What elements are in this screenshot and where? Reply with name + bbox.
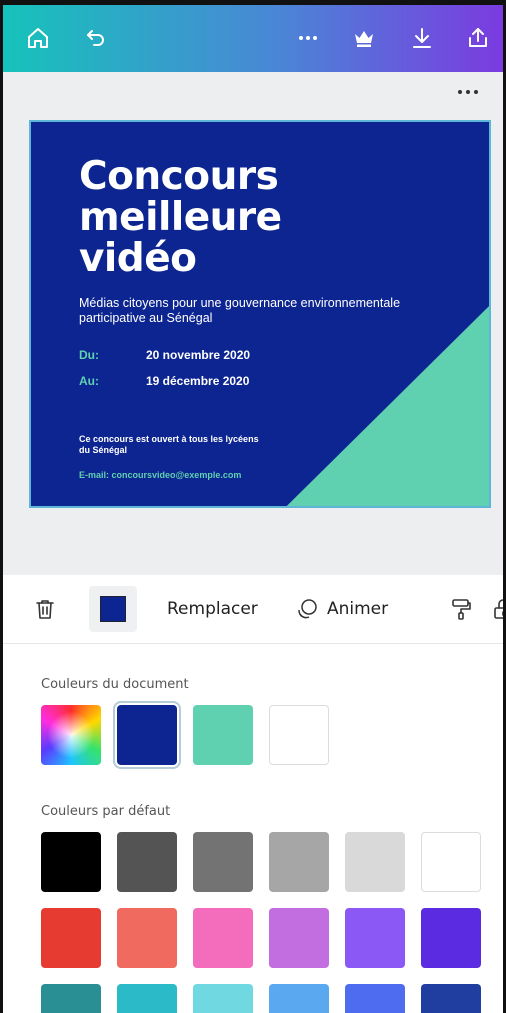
default-colors-title: Couleurs par défaut	[41, 804, 171, 819]
default-color-swatch[interactable]	[193, 908, 253, 968]
date-to-value: 19 décembre 2020	[146, 374, 250, 388]
replace-button[interactable]: Remplacer	[167, 575, 258, 643]
paint-roller-icon[interactable]	[449, 575, 473, 643]
design-subtitle[interactable]: Médias citoyens pour une gouvernance env…	[79, 296, 409, 326]
default-color-swatch[interactable]	[117, 832, 177, 892]
element-toolbar: Remplacer Animer	[3, 575, 503, 644]
design-email[interactable]: E-mail: concoursvideo@exemple.com	[79, 470, 241, 480]
document-color-swatch[interactable]	[193, 705, 253, 765]
undo-icon[interactable]	[81, 23, 111, 53]
app-frame: Concours meilleure vidéo Médias citoyens…	[0, 0, 506, 1013]
default-color-swatch[interactable]	[41, 908, 101, 968]
date-from-label: Du:	[79, 348, 99, 362]
download-icon[interactable]	[407, 23, 437, 53]
default-color-swatch[interactable]	[345, 908, 405, 968]
date-from-value: 20 novembre 2020	[146, 348, 251, 362]
default-color-swatch[interactable]	[421, 984, 481, 1013]
color-button[interactable]	[89, 586, 137, 632]
more-icon[interactable]	[293, 23, 323, 53]
animate-label: Animer	[327, 599, 389, 619]
share-icon[interactable]	[463, 23, 493, 53]
default-color-swatch[interactable]	[117, 908, 177, 968]
animate-icon	[298, 599, 317, 619]
canvas-area: Concours meilleure vidéo Médias citoyens…	[3, 72, 503, 575]
default-color-swatch[interactable]	[421, 908, 481, 968]
default-color-swatch[interactable]	[41, 832, 101, 892]
date-to-row[interactable]: Au: 19 décembre 2020	[79, 374, 249, 388]
top-bar	[3, 0, 503, 72]
current-color-swatch	[100, 596, 126, 622]
document-colors-title: Couleurs du document	[41, 677, 189, 692]
crown-icon[interactable]	[349, 23, 379, 53]
default-color-swatch[interactable]	[41, 984, 101, 1013]
default-color-swatch[interactable]	[269, 984, 329, 1013]
default-color-swatch[interactable]	[117, 984, 177, 1013]
default-color-swatch[interactable]	[193, 984, 253, 1013]
trash-icon[interactable]	[33, 575, 57, 643]
design-page[interactable]: Concours meilleure vidéo Médias citoyens…	[29, 120, 491, 508]
color-palette: Couleurs du document Couleurs par défaut	[3, 644, 503, 1013]
default-color-swatch[interactable]	[269, 908, 329, 968]
default-color-swatch[interactable]	[345, 832, 405, 892]
date-to-label: Au:	[79, 374, 99, 388]
design-note[interactable]: Ce concours est ouvert à tous les lycéen…	[79, 434, 269, 456]
document-color-swatch[interactable]	[117, 705, 177, 765]
default-color-swatch[interactable]	[421, 832, 481, 892]
design-title[interactable]: Concours meilleure vidéo	[79, 156, 379, 279]
replace-label: Remplacer	[167, 599, 258, 619]
default-color-swatch[interactable]	[193, 832, 253, 892]
lock-icon[interactable]	[491, 575, 503, 643]
animate-button[interactable]: Animer	[295, 575, 388, 643]
page-more-icon[interactable]	[455, 84, 481, 100]
home-icon[interactable]	[23, 23, 53, 53]
add-color-swatch[interactable]	[41, 705, 101, 765]
document-color-swatch[interactable]	[269, 705, 329, 765]
default-color-swatch[interactable]	[345, 984, 405, 1013]
date-from-row[interactable]: Du: 20 novembre 2020	[79, 348, 250, 362]
default-color-swatch[interactable]	[269, 832, 329, 892]
